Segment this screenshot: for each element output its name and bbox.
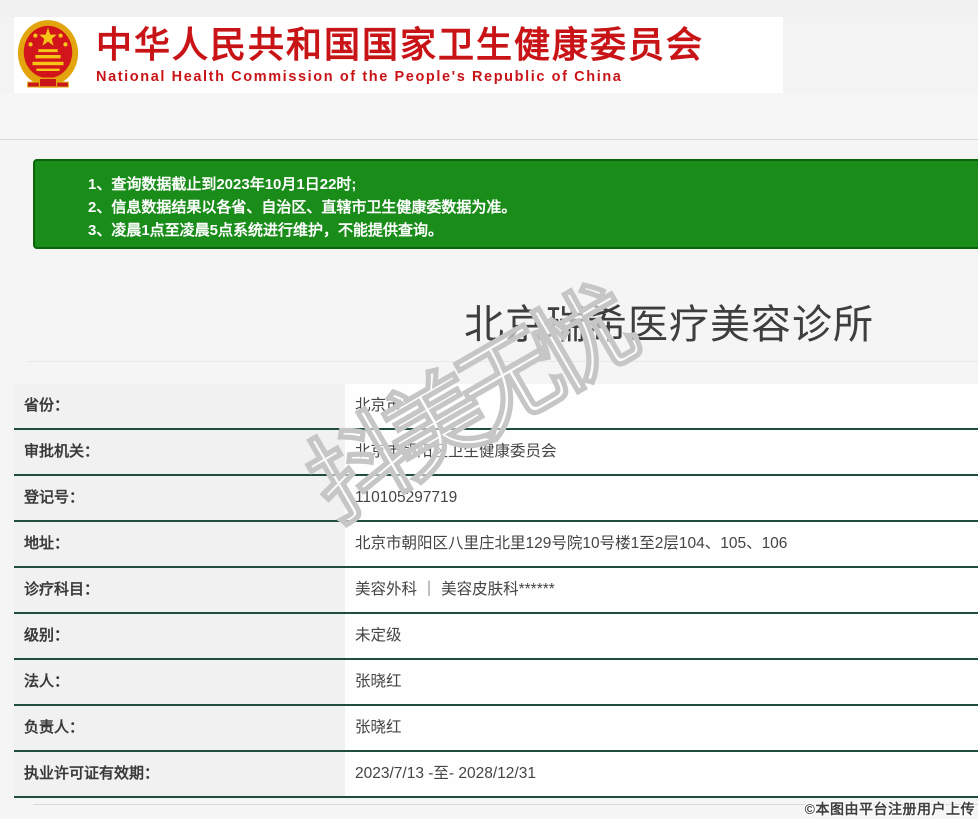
field-value: 北京市朝阳区卫生健康委员会: [345, 430, 978, 474]
site-title-chinese: 中华人民共和国国家卫生健康委员会: [96, 25, 704, 65]
institution-info-table: 省份： 北京市 审批机关： 北京市朝阳区卫生健康委员会 登记号： 1101052…: [14, 384, 978, 798]
field-value: 美容外科 ｜ 美容皮肤科******: [345, 568, 978, 612]
institution-name-title: 北京瑞希医疗美容诊所: [360, 292, 978, 350]
notice-line: 3、凌晨1点至凌晨5点系统进行维护，不能提供查询。: [88, 219, 978, 242]
field-value: 2023/7/13 -至- 2028/12/31: [345, 752, 978, 796]
table-row-level: 级别： 未定级: [14, 614, 978, 660]
table-row-address: 地址： 北京市朝阳区八里庄北里129号院10号楼1至2层104、105、106: [14, 522, 978, 568]
table-row-license-validity: 执业许可证有效期： 2023/7/13 -至- 2028/12/31: [14, 752, 978, 798]
field-label: 登记号：: [14, 476, 345, 520]
health-commission-query-page: 中华人民共和国国家卫生健康委员会 National Health Commiss…: [0, 0, 978, 819]
main-content: 1、查询数据截止到2023年10月1日22时; 2、信息数据结果以各省、自治区、…: [0, 140, 978, 819]
query-notice-box: 1、查询数据截止到2023年10月1日22时; 2、信息数据结果以各省、自治区、…: [33, 159, 978, 249]
table-row-registration-number: 登记号： 110105297719: [14, 476, 978, 522]
field-label: 审批机关：: [14, 430, 345, 474]
header-banner: 中华人民共和国国家卫生健康委员会 National Health Commiss…: [14, 17, 783, 93]
field-label: 负责人：: [14, 706, 345, 750]
notice-line: 1、查询数据截止到2023年10月1日22时;: [88, 173, 978, 196]
site-title-english: National Health Commission of the People…: [96, 69, 704, 85]
field-label: 级别：: [14, 614, 345, 658]
field-value: 110105297719: [345, 476, 978, 520]
top-strip: [0, 0, 978, 17]
header: 中华人民共和国国家卫生健康委员会 National Health Commiss…: [0, 17, 978, 93]
china-national-emblem-icon: [16, 18, 80, 92]
field-value: 张晓红: [345, 660, 978, 704]
title-divider: [28, 361, 978, 362]
field-label: 法人：: [14, 660, 345, 704]
field-label: 省份：: [14, 384, 345, 428]
field-label: 诊疗科目：: [14, 568, 345, 612]
field-label: 地址：: [14, 522, 345, 566]
table-row-person-in-charge: 负责人： 张晓红: [14, 706, 978, 752]
notice-line: 2、信息数据结果以各省、自治区、直辖市卫生健康委数据为准。: [88, 196, 978, 219]
table-row-province: 省份： 北京市: [14, 384, 978, 430]
table-row-approval-authority: 审批机关： 北京市朝阳区卫生健康委员会: [14, 430, 978, 476]
field-value: 北京市: [345, 384, 978, 428]
field-value: 北京市朝阳区八里庄北里129号院10号楼1至2层104、105、106: [345, 522, 978, 566]
table-row-medical-subjects: 诊疗科目： 美容外科 ｜ 美容皮肤科******: [14, 568, 978, 614]
header-titles: 中华人民共和国国家卫生健康委员会 National Health Commiss…: [96, 25, 704, 85]
field-value: 张晓红: [345, 706, 978, 750]
header-sub-band: [0, 93, 978, 140]
table-row-legal-person: 法人： 张晓红: [14, 660, 978, 706]
field-label: 执业许可证有效期：: [14, 752, 345, 796]
field-value: 未定级: [345, 614, 978, 658]
upload-attribution-stamp: ©本图由平台注册用户上传: [805, 799, 975, 819]
